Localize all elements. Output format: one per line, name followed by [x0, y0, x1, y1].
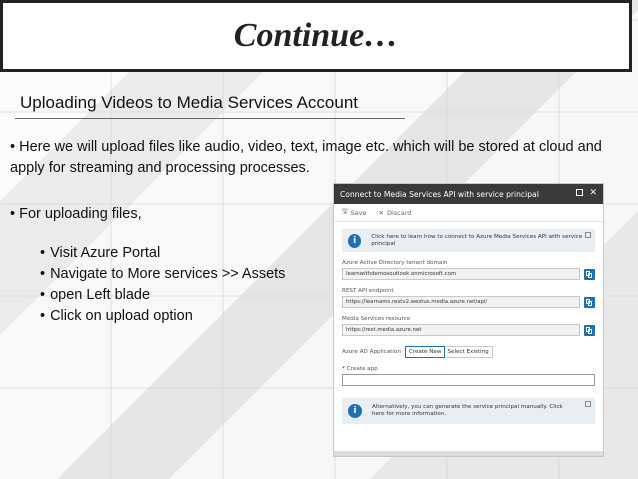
step-item: open Left blade [40, 285, 285, 306]
dialog-title: Connect to Media Services API with servi… [340, 189, 539, 199]
alternative-text: Alternatively, you can generate the serv… [372, 404, 563, 417]
step-item: Click on upload option [40, 306, 285, 327]
info-icon: i [348, 404, 362, 418]
close-icon[interactable]: ✕ [589, 189, 597, 198]
save-button[interactable]: 🖫 Save [342, 207, 367, 218]
media-resource-field[interactable]: https://rest.media.azure.net [342, 324, 580, 336]
step-item: Visit Azure Portal [40, 243, 285, 264]
select-existing-option[interactable]: Select Existing [444, 347, 491, 357]
tenant-domain-label: Azure Active Directory tenant domain [342, 260, 448, 266]
title-box: Continue… [0, 0, 632, 72]
copy-icon[interactable] [584, 268, 595, 280]
create-new-option[interactable]: Create New [404, 346, 446, 358]
media-resource-label: Media Services resource [342, 316, 411, 322]
external-link-icon [585, 232, 591, 238]
app-selector-row: Azure AD Application Create New Select E… [342, 346, 595, 358]
info-icon: i [348, 233, 362, 248]
dialog-footer-strip [334, 451, 603, 456]
save-label: Save [350, 208, 367, 217]
api-endpoint-label: REST API endpoint [342, 288, 394, 294]
info-banner[interactable]: i Click here to learn how to connect to … [342, 229, 595, 252]
app-label: Azure AD Application [342, 349, 401, 355]
api-endpoint-field[interactable]: https://learnams.restv2.westus.media.azu… [342, 296, 580, 308]
external-link-icon [585, 401, 591, 407]
paragraph-2: • For uploading files, [10, 206, 142, 222]
azure-dialog-screenshot: Connect to Media Services API with servi… [333, 183, 604, 457]
discard-icon: ✕ [378, 208, 384, 217]
alternative-banner[interactable]: i Alternatively, you can generate the se… [342, 398, 595, 424]
copy-icon[interactable] [584, 296, 595, 308]
app-toggle: Create New Select Existing [404, 346, 493, 358]
slide-subtitle: Uploading Videos to Media Services Accou… [20, 93, 358, 112]
dialog-header: Connect to Media Services API with servi… [334, 184, 603, 204]
steps-list: Visit Azure Portal Navigate to More serv… [40, 243, 285, 327]
save-icon: 🖫 [342, 207, 348, 215]
paragraph-1: • Here we will upload files like audio, … [10, 139, 602, 176]
info-text: Click here to learn how to connect to Az… [371, 233, 583, 247]
tenant-domain-field[interactable]: learnwithdemosoutlook.onmicrosoft.com [342, 268, 580, 280]
subtitle-underline [15, 118, 405, 119]
copy-icon[interactable] [584, 324, 595, 336]
step-item: Navigate to More services >> Assets [40, 264, 285, 285]
dialog-toolbar: 🖫 Save ✕ Discard [334, 204, 603, 222]
create-app-label: * Create app [342, 366, 378, 372]
discard-button[interactable]: ✕ Discard [379, 209, 412, 217]
discard-label: Discard [386, 208, 412, 217]
maximize-icon[interactable] [576, 189, 584, 196]
create-app-input[interactable] [342, 374, 595, 386]
slide-title: Continue… [233, 17, 399, 54]
